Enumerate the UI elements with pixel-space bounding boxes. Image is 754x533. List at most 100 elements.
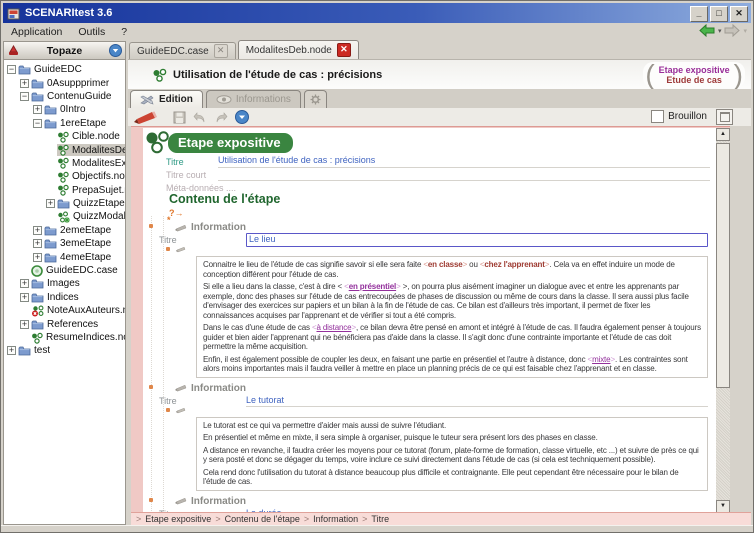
- tree-item-cible-node[interactable]: Cible.node: [4, 130, 125, 143]
- status-bar: [1, 525, 753, 532]
- undo-icon[interactable]: [193, 112, 207, 123]
- actions-dropdown-icon[interactable]: [235, 110, 249, 124]
- tree-toggle-plus-icon[interactable]: +: [20, 293, 29, 302]
- glossary-link[interactable]: <en présentiel>: [344, 282, 400, 291]
- titre-court-input[interactable]: [218, 168, 710, 181]
- tree-item-content[interactable]: Indices: [31, 292, 125, 303]
- tree-item-content[interactable]: test: [18, 345, 125, 356]
- tree-item-resumeindices-node[interactable]: ResumeIndices.node: [4, 331, 125, 344]
- rich-text-area[interactable]: Le tutorat est ce qui va permettre d'aid…: [196, 417, 708, 491]
- forward-history-caret[interactable]: ▾: [743, 27, 747, 35]
- tree-item-0intro[interactable]: +0Intro: [4, 103, 125, 116]
- tree-item-quizzmodalite[interactable]: QuizzModalite...: [4, 210, 125, 223]
- tree-toggle-plus-icon[interactable]: +: [7, 346, 16, 355]
- tree-item-guideedc-case[interactable]: GuideEDC.case: [4, 264, 125, 277]
- tree-item-content[interactable]: QuizzEtape1: [57, 198, 125, 209]
- save-icon[interactable]: [173, 111, 186, 124]
- tree-item-content[interactable]: ResumeIndices.node: [31, 332, 125, 344]
- tree-item-modalitesdeb[interactable]: ModalitesDeb...: [4, 143, 125, 156]
- panel-menu-button[interactable]: [109, 44, 122, 57]
- tree-item-content[interactable]: ModalitesExp.n...: [57, 157, 125, 169]
- tree-item-content[interactable]: Cible.node: [57, 131, 125, 143]
- tree-toggle-plus-icon[interactable]: +: [46, 199, 55, 208]
- tree-toggle-plus-icon[interactable]: +: [20, 279, 29, 288]
- tab-close-icon[interactable]: ✕: [214, 44, 228, 58]
- tree-item-indices[interactable]: +Indices: [4, 291, 125, 304]
- breadcrumb-item[interactable]: Information: [313, 514, 358, 525]
- block-titre-input[interactable]: Le lieu: [246, 233, 708, 247]
- tree-item-content[interactable]: Images: [31, 278, 125, 289]
- tree-item-content[interactable]: References: [31, 319, 125, 330]
- metadata-link[interactable]: Méta-données ....: [143, 183, 236, 193]
- folder-icon: [44, 252, 57, 263]
- tree-item-content[interactable]: NoteAuxAuteurs.node: [31, 305, 125, 317]
- tree-item-guideedc[interactable]: −GuideEDC: [4, 63, 125, 76]
- tree-item-content[interactable]: 4emeEtape: [44, 252, 125, 263]
- tree-item-content[interactable]: GuideEDC.case: [31, 265, 125, 277]
- tree-toggle-plus-icon[interactable]: +: [33, 226, 42, 235]
- tree-toggle-plus-icon[interactable]: +: [20, 320, 29, 329]
- redo-icon[interactable]: [214, 112, 228, 123]
- menu-help[interactable]: ?: [113, 25, 135, 39]
- tab-settings[interactable]: [304, 90, 327, 108]
- tree-toggle-minus-icon[interactable]: −: [33, 119, 42, 128]
- tree-toggle-plus-icon[interactable]: +: [33, 239, 42, 248]
- tree-item-content[interactable]: 0Asuppprimer: [31, 78, 125, 89]
- tree-item-content[interactable]: PrepaSujet.node: [57, 184, 125, 196]
- minimize-button[interactable]: _: [690, 6, 708, 22]
- tree-item-content[interactable]: QuizzModalite...: [57, 211, 125, 223]
- tree-item-images[interactable]: +Images: [4, 277, 125, 290]
- tree-item-4emeetape[interactable]: +4emeEtape: [4, 250, 125, 263]
- tree-item-content[interactable]: ContenuGuide: [31, 91, 125, 102]
- close-button[interactable]: ✕: [730, 6, 748, 22]
- draft-checkbox[interactable]: [651, 110, 664, 123]
- tree-toggle-plus-icon[interactable]: +: [33, 253, 42, 262]
- tab-close-icon[interactable]: ✕: [337, 43, 351, 57]
- tab-informations[interactable]: Informations: [206, 90, 301, 108]
- glossary-link[interactable]: <mixte>: [588, 355, 615, 364]
- tree-toggle-plus-icon[interactable]: +: [20, 79, 29, 88]
- back-history-caret[interactable]: ▾: [718, 27, 722, 35]
- tree-item-content[interactable]: 2emeEtape: [44, 225, 125, 236]
- vertical-scrollbar[interactable]: ▲ ▼: [716, 128, 730, 513]
- tree-item-content[interactable]: Objectifs.node: [57, 171, 125, 183]
- scroll-up-icon[interactable]: ▲: [716, 128, 730, 141]
- tree-item-3emeetape[interactable]: +3emeEtape: [4, 237, 125, 250]
- tree-toggle-minus-icon[interactable]: −: [20, 92, 29, 101]
- tree-item-1ereetape[interactable]: −1ereEtape: [4, 117, 125, 130]
- rich-text-area[interactable]: Connaitre le lieu de l'étude de cas sign…: [196, 256, 708, 378]
- menu-outils[interactable]: Outils: [70, 25, 113, 39]
- tree-item-content[interactable]: 1ereEtape: [44, 118, 125, 129]
- tree-item-modalitesexp-n[interactable]: ModalitesExp.n...: [4, 157, 125, 170]
- scrollbar-thumb[interactable]: [716, 143, 730, 388]
- tree-item-references[interactable]: +References: [4, 317, 125, 330]
- titre-input[interactable]: Utilisation de l'étude de cas : précisio…: [218, 155, 710, 168]
- tree-item-2emeetape[interactable]: +2emeEtape: [4, 224, 125, 237]
- breadcrumb-item[interactable]: Contenu de l'étape: [225, 514, 300, 525]
- breadcrumb-item[interactable]: Etape expositive: [145, 514, 211, 525]
- tree-toggle-plus-icon[interactable]: +: [33, 105, 42, 114]
- tab-guideedc-case[interactable]: GuideEDC.case ✕: [129, 42, 236, 59]
- tree-item-content[interactable]: 0Intro: [44, 104, 125, 115]
- block-titre-input[interactable]: Le tutorat: [246, 395, 708, 407]
- tree-item-noteauxauteurs-node[interactable]: NoteAuxAuteurs.node: [4, 304, 125, 317]
- tab-modalitesdeb-node[interactable]: ModalitesDeb.node ✕: [238, 40, 359, 59]
- tree-item-objectifs-node[interactable]: Objectifs.node: [4, 170, 125, 183]
- tree-item-test[interactable]: +test: [4, 344, 125, 357]
- tab-edition[interactable]: Edition: [130, 90, 203, 108]
- tree-item-prepasujet-node[interactable]: PrepaSujet.node: [4, 184, 125, 197]
- tree-item-content[interactable]: ModalitesDeb...: [57, 144, 125, 156]
- breadcrumb-item[interactable]: Titre: [371, 514, 389, 525]
- tree-item-contenuguide[interactable]: −ContenuGuide: [4, 90, 125, 103]
- maximize-editor-button[interactable]: [716, 109, 733, 125]
- tree-item-content[interactable]: GuideEDC: [18, 64, 125, 75]
- back-arrow-icon[interactable]: [699, 24, 715, 37]
- tree-item-quizzetape1[interactable]: +QuizzEtape1: [4, 197, 125, 210]
- menu-application[interactable]: Application: [3, 25, 70, 39]
- glossary-link[interactable]: <à distance>: [312, 323, 356, 332]
- tree-toggle-minus-icon[interactable]: −: [7, 65, 16, 74]
- tree-item-0asuppprimer[interactable]: +0Asuppprimer: [4, 76, 125, 89]
- tree-item-content[interactable]: 3emeEtape: [44, 238, 125, 249]
- maximize-button[interactable]: □: [710, 6, 728, 22]
- forward-arrow-icon[interactable]: [724, 24, 740, 37]
